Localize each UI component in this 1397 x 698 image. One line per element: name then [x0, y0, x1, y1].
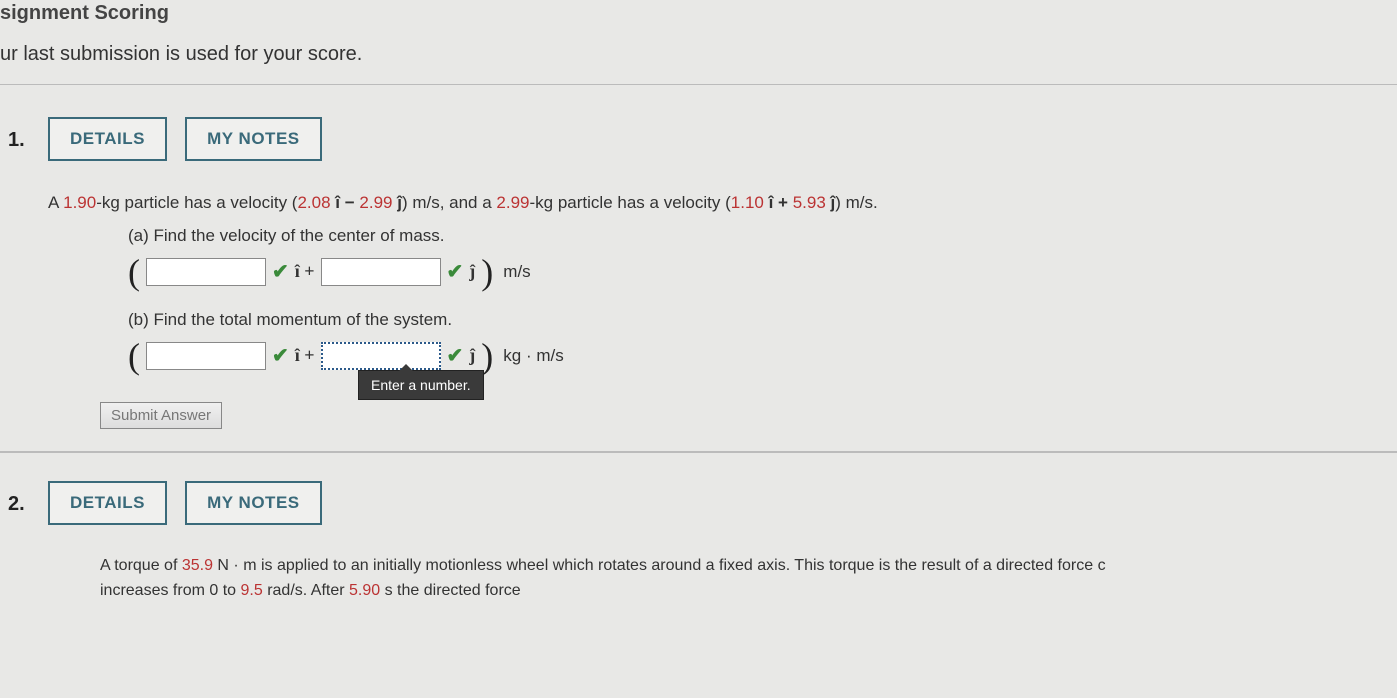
question-text: A 1.90-kg particle has a velocity (2.08 … — [48, 189, 1397, 218]
part-b-j-input[interactable] — [321, 342, 441, 370]
my-notes-button[interactable]: MY NOTES — [185, 117, 321, 161]
j-hat-label: ĵ — [469, 261, 475, 282]
question-text: A torque of 35.9 N · m is applied to an … — [48, 553, 1397, 604]
part-b-prompt: (b) Find the total momentum of the syste… — [128, 310, 1397, 330]
button-row: DETAILS MY NOTES — [48, 481, 1397, 525]
submit-answer-button[interactable]: Submit Answer — [100, 402, 222, 429]
check-icon: ✔ — [447, 343, 464, 368]
question-2: 2. DETAILS MY NOTES A torque of 35.9 N ·… — [0, 473, 1397, 604]
my-notes-button[interactable]: MY NOTES — [185, 481, 321, 525]
divider — [0, 84, 1397, 85]
i-hat-label: î + — [295, 261, 315, 282]
check-icon: ✔ — [272, 259, 289, 284]
button-row: DETAILS MY NOTES — [48, 117, 1397, 161]
part-b: (b) Find the total momentum of the syste… — [48, 310, 1397, 374]
scoring-note: ur last submission is used for your scor… — [0, 29, 1397, 84]
right-paren-icon: ) — [481, 338, 493, 374]
question-number: 2. — [8, 481, 48, 516]
question-number: 1. — [8, 117, 48, 152]
page-title: signment Scoring — [0, 0, 1397, 29]
i-hat-label: î + — [295, 345, 315, 366]
part-a-prompt: (a) Find the velocity of the center of m… — [128, 226, 1397, 246]
part-b-i-input[interactable] — [146, 342, 266, 370]
question-separator — [0, 451, 1397, 453]
enter-number-tooltip: Enter a number. — [358, 370, 484, 400]
part-a-i-input[interactable] — [146, 258, 266, 286]
part-a: (a) Find the velocity of the center of m… — [48, 226, 1397, 290]
check-icon: ✔ — [272, 343, 289, 368]
j-hat-label: ĵ — [469, 345, 475, 366]
details-button[interactable]: DETAILS — [48, 481, 167, 525]
part-a-j-input[interactable] — [321, 258, 441, 286]
units-label: kg · m/s — [503, 346, 563, 366]
part-b-answer: ( ✔ î + ✔ ĵ ) kg · m/s Enter a number. — [128, 338, 1397, 374]
left-paren-icon: ( — [128, 338, 140, 374]
part-a-answer: ( ✔ î + ✔ ĵ ) m/s — [128, 254, 1397, 290]
check-icon: ✔ — [447, 259, 464, 284]
question-1: 1. DETAILS MY NOTES A 1.90-kg particle h… — [0, 109, 1397, 429]
right-paren-icon: ) — [481, 254, 493, 290]
left-paren-icon: ( — [128, 254, 140, 290]
details-button[interactable]: DETAILS — [48, 117, 167, 161]
units-label: m/s — [503, 262, 530, 282]
